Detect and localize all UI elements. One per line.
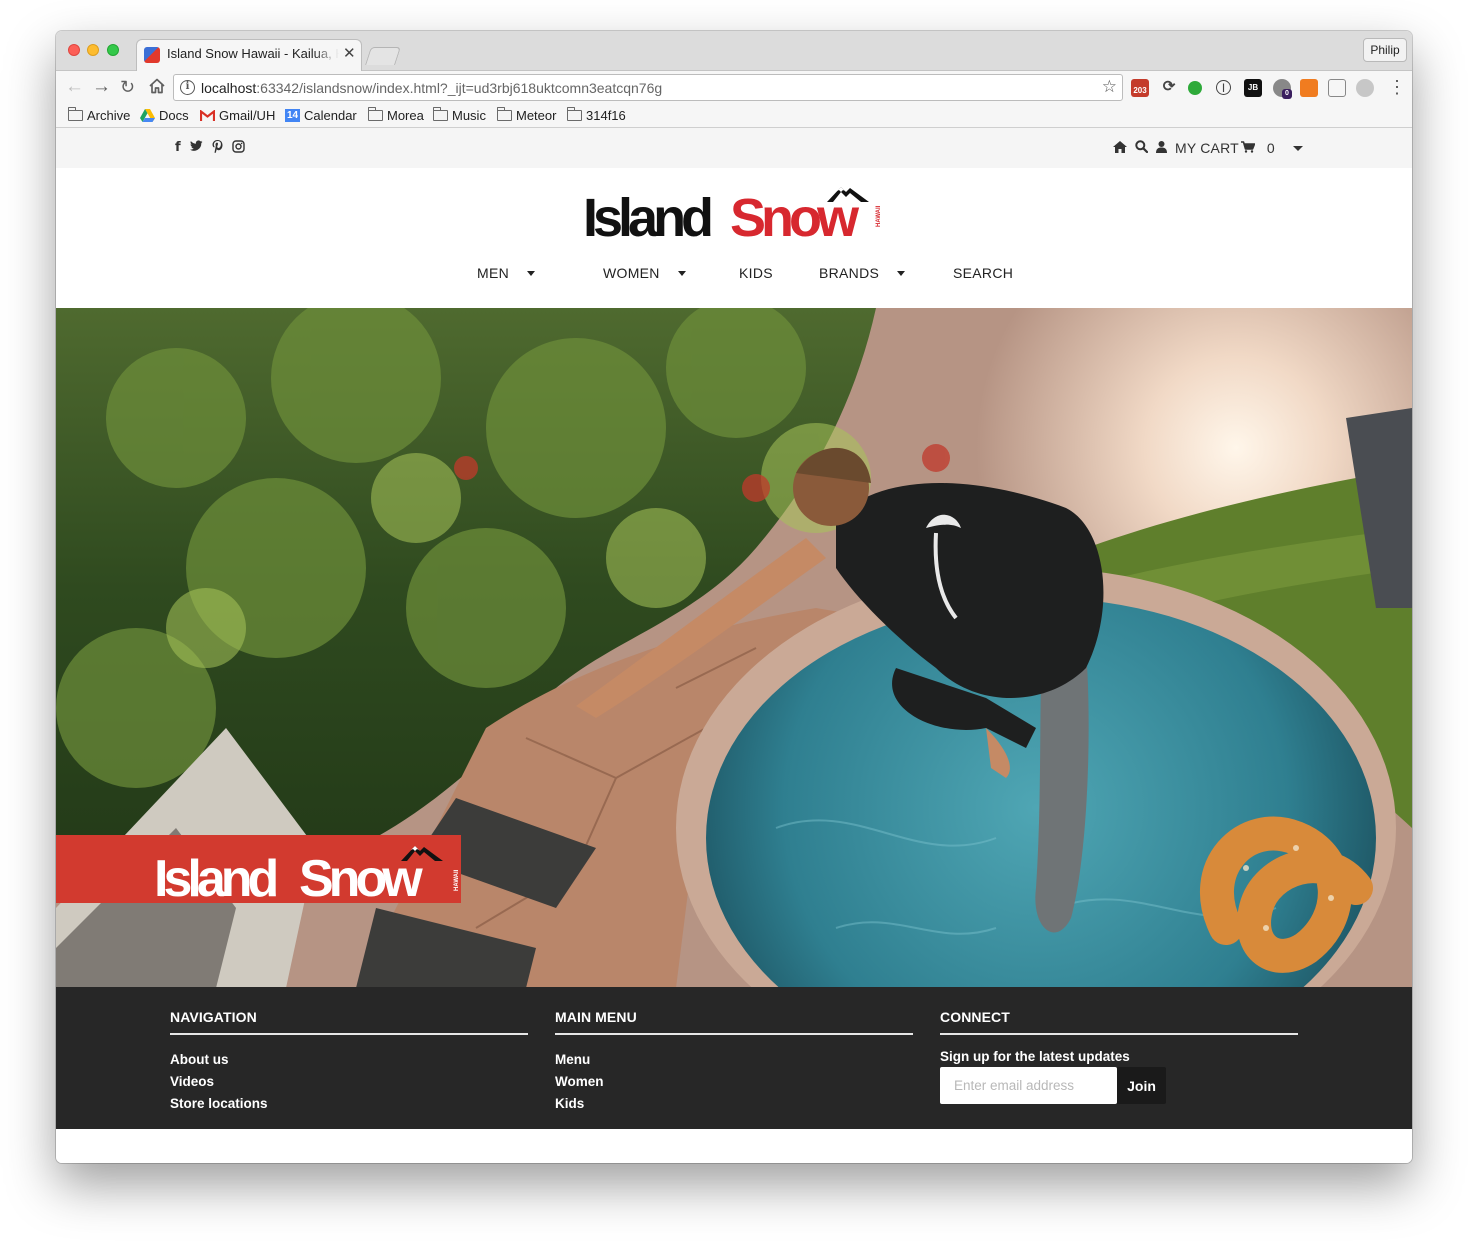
newsletter-signup-text: Sign up for the latest updates [940,1049,1130,1064]
bookmarks-bar: Archive Docs Gmail/UH 14 Calendar Morea M… [56,105,1412,128]
logo-word-snow: Snow [730,188,860,242]
user-icon[interactable] [1156,140,1167,156]
newsletter-join-button[interactable]: Join [1117,1067,1166,1104]
nav-search[interactable]: SEARCH [953,265,1013,281]
divider [940,1033,1298,1035]
chevron-down-icon[interactable] [1292,145,1303,151]
bookmark-docs[interactable]: Docs [140,108,189,123]
onepassword-extension-icon[interactable]: | [1216,80,1231,95]
web-page: f MY CART 0 Island Snow HAWAII MEN WOMEN… [56,128,1412,1163]
nav-brands[interactable]: BRANDS [819,265,906,281]
chevron-down-icon [677,270,686,276]
reload-icon[interactable]: ↻ [120,77,135,97]
tab-title[interactable]: Island Snow Hawaii - Kailua, H [167,46,339,61]
bookmark-314f16[interactable]: 314f16 [567,107,626,123]
bookmark-calendar[interactable]: 14 Calendar [285,108,357,123]
ghostery-count-badge: 0 [1282,89,1292,99]
cart-count: 0 [1266,140,1275,156]
account-cart-bar: MY CART 0 [1113,140,1303,156]
back-arrow-icon[interactable]: ← [65,77,84,97]
hero-logo-word-island: Island [154,850,276,908]
footer-navigation-title: NAVIGATION [170,1009,257,1025]
footer-link-kids[interactable]: Kids [555,1093,604,1115]
site-header: Island Snow HAWAII MEN WOMEN KIDS BRANDS… [56,168,1412,308]
newsletter-email-input[interactable] [940,1067,1117,1104]
bookmark-archive[interactable]: Archive [68,107,130,123]
divider [555,1033,913,1035]
facebook-icon[interactable]: f [175,140,181,156]
footer-link-women[interactable]: Women [555,1071,604,1093]
logo-tag-hawaii: HAWAII [876,205,882,227]
tab-close-icon[interactable]: ✕ [343,44,356,62]
divider [170,1033,528,1035]
island-snow-logo[interactable]: Island Snow HAWAII [583,182,883,242]
footer-main-menu-title: MAIN MENU [555,1009,637,1025]
drive-extension-icon[interactable] [1356,79,1374,97]
tab-favicon-icon [144,47,160,63]
new-tab-button[interactable] [365,47,401,65]
bookmark-meteor[interactable]: Meteor [497,107,556,123]
folder-icon [68,107,83,121]
shopping-cart-icon[interactable] [1240,140,1256,156]
site-info-icon[interactable]: i [180,80,195,95]
tab-bar: Island Snow Hawaii - Kailua, H ✕ Philip [56,31,1412,71]
folder-icon [567,107,582,121]
chevron-down-icon [897,270,906,276]
jetbrains-extension-icon[interactable]: JB [1244,79,1262,97]
sync-extension-icon[interactable]: ⟳ [1160,79,1178,97]
logo-word-island: Island [583,188,711,242]
pinterest-icon[interactable] [212,140,223,156]
browser-window: Island Snow Hawaii - Kailua, H ✕ Philip … [56,31,1412,1163]
extension-badge-icon[interactable]: 203 [1131,79,1149,97]
folder-icon [433,107,448,121]
footer-connect-title: CONNECT [940,1009,1010,1025]
evernote-extension-icon[interactable] [1188,81,1202,95]
zoom-window-button[interactable] [107,44,119,56]
chevron-down-icon [527,270,536,276]
gmail-icon [200,109,215,121]
twitter-icon[interactable] [189,140,203,156]
main-navigation: MEN WOMEN KIDS BRANDS SEARCH [56,265,1412,287]
footer-link-videos[interactable]: Videos [170,1071,268,1093]
forward-arrow-icon[interactable]: → [92,77,111,97]
search-icon[interactable] [1135,140,1149,156]
footer-link-menu[interactable]: Menu [555,1049,604,1071]
instagram-icon[interactable] [231,140,245,156]
footer-link-store-locations[interactable]: Store locations [170,1093,268,1115]
hero-logo-tag: HAWAII [454,869,460,891]
home-icon[interactable] [148,77,166,100]
profile-button[interactable]: Philip [1363,38,1407,62]
analytics-extension-icon[interactable] [1300,79,1318,97]
my-cart-link[interactable]: MY CART [1175,140,1239,156]
site-footer: NAVIGATION About us Videos Store locatio… [56,987,1412,1129]
screenshot-extension-icon[interactable] [1328,79,1346,97]
minimize-window-button[interactable] [87,44,99,56]
hero-image: Island Snow HAWAII [56,308,1412,988]
url-text[interactable]: localhost:63342/islandsnow/index.html?_i… [201,80,662,96]
google-drive-icon [140,109,155,122]
nav-women[interactable]: WOMEN [603,265,686,281]
bookmark-star-icon[interactable]: ☆ [1102,77,1117,97]
bookmark-music[interactable]: Music [433,107,486,123]
bookmark-gmail[interactable]: Gmail/UH [200,108,275,123]
site-topbar: f MY CART 0 [56,128,1412,168]
calendar-icon: 14 [285,109,300,122]
nav-kids[interactable]: KIDS [739,265,773,281]
folder-icon [368,107,383,121]
footer-link-about-us[interactable]: About us [170,1049,268,1071]
browser-toolbar: ← → ↻ i localhost:63342/islandsnow/index… [56,71,1412,105]
nav-men[interactable]: MEN [477,265,536,281]
home-icon[interactable] [1113,140,1127,156]
bookmark-morea[interactable]: Morea [368,107,424,123]
address-bar[interactable]: i localhost:63342/islandsnow/index.html?… [173,74,1123,101]
social-links: f [175,140,245,156]
close-window-button[interactable] [68,44,80,56]
browser-menu-icon[interactable]: ⋮ [1388,77,1406,97]
folder-icon [497,107,512,121]
